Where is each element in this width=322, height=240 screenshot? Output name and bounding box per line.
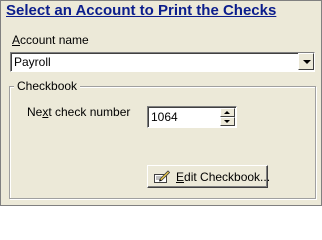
edit-checkbook-button[interactable]: Edit Checkbook... (147, 165, 270, 188)
account-name-label: Account name (12, 33, 89, 47)
checkbook-group-legend: Checkbook (14, 79, 81, 93)
account-select-dropdown-button[interactable] (298, 53, 314, 70)
next-check-number-label: Next check number (27, 105, 130, 119)
dialog-panel: Select an Account to Print the Checks Ac… (0, 0, 322, 206)
increment-button[interactable] (220, 108, 235, 117)
edit-checkbook-label: Edit Checkbook... (176, 170, 270, 184)
next-check-label-post: t check number (48, 105, 131, 119)
edit-pencil-icon (154, 170, 170, 183)
edit-checkbook-accel: E (176, 170, 185, 184)
chevron-down-icon (303, 60, 311, 64)
account-name-label-text: ccount name (20, 33, 89, 47)
next-check-number-value[interactable]: 1064 (151, 110, 178, 124)
page-title: Select an Account to Print the Checks (6, 2, 277, 19)
next-check-label-pre: Ne (27, 105, 43, 119)
edit-checkbook-text: dit Checkbook... (184, 170, 271, 184)
account-name-label-accel: A (12, 33, 21, 47)
header: Select an Account to Print the Checks (1, 1, 321, 23)
next-check-number-stepper[interactable]: 1064 (147, 106, 237, 128)
account-select[interactable]: Payroll (10, 52, 315, 72)
account-select-value: Payroll (14, 55, 51, 69)
arrow-down-icon (224, 120, 230, 123)
arrow-up-icon (224, 111, 230, 114)
decrement-button[interactable] (220, 117, 235, 126)
